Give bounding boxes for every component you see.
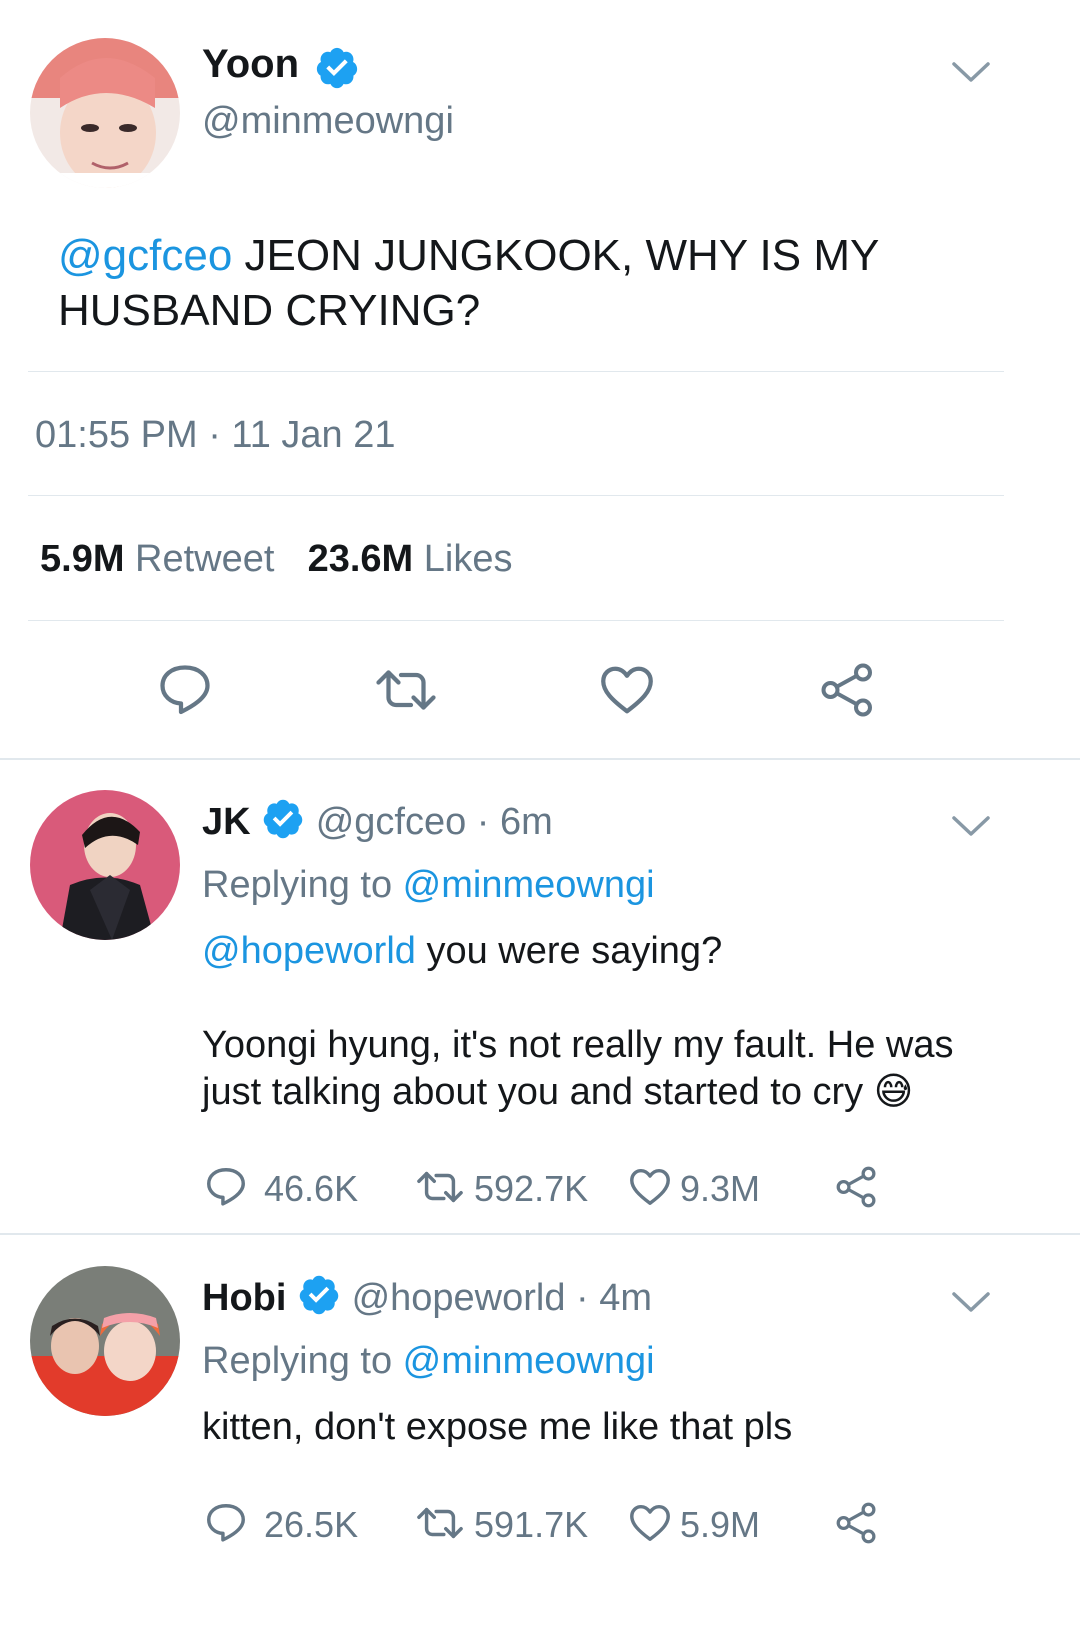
reply-text: @hopeworld you were saying?: [202, 928, 722, 975]
chevron-down-icon[interactable]: [950, 812, 992, 845]
emoji-sweat-smile: 😅: [873, 1071, 914, 1113]
divider: [28, 371, 1004, 372]
reply-text-line1: you were saying?: [415, 930, 723, 972]
reply-header: JK @gcfceo · 6m: [202, 797, 553, 851]
mention-link[interactable]: @gcfceo: [58, 231, 232, 280]
avatar-jk[interactable]: [30, 790, 180, 940]
chevron-down-icon[interactable]: [950, 58, 992, 91]
reply-count: 46.6K: [264, 1168, 359, 1209]
mention-link[interactable]: @hopeworld: [202, 930, 416, 972]
reply-handle-time[interactable]: @hopeworld · 4m: [352, 1277, 652, 1319]
replying-prefix: Replying to: [202, 864, 403, 906]
reply-header: Hobi @hopeworld · 4m: [202, 1273, 652, 1327]
main-tweet-stats: 5.9M Retweet 23.6M Likes: [40, 538, 512, 581]
like-icon[interactable]: [596, 660, 658, 725]
reply-text-body: Yoongi hyung, it's not really my fault. …: [202, 1022, 953, 1116]
reply-text-line2: Yoongi hyung, it's not really my fault. …: [202, 1024, 954, 1066]
like-count: 5.9M: [680, 1504, 761, 1545]
replying-to: Replying to @minmeowngi: [202, 1340, 655, 1383]
retweet-icon[interactable]: [370, 660, 442, 725]
main-tweet-display-name[interactable]: Yoon: [202, 42, 299, 87]
replying-prefix: Replying to: [202, 1340, 403, 1382]
replying-to: Replying to @minmeowngi: [202, 864, 655, 907]
reply-text-line3: just talking about you and started to cr…: [202, 1071, 864, 1113]
main-tweet-handle[interactable]: @minmeowngi: [202, 100, 454, 143]
avatar-yoon[interactable]: [30, 38, 180, 188]
retweet-label[interactable]: Retweet: [135, 538, 274, 580]
main-tweet-text-line1: JEON JUNGKOOK, WHY IS MY: [232, 231, 880, 280]
likes-count[interactable]: 23.6M: [308, 538, 414, 580]
retweet-count: 592.7K: [474, 1168, 589, 1209]
reply-icon[interactable]: [155, 660, 215, 725]
section-divider: [0, 1233, 1080, 1235]
section-divider: [0, 758, 1080, 760]
reply-count: 26.5K: [264, 1504, 359, 1545]
reply-display-name[interactable]: JK: [202, 801, 251, 843]
divider: [28, 495, 1004, 496]
like-icon[interactable]: [626, 1164, 674, 1215]
likes-label[interactable]: Likes: [424, 538, 513, 580]
like-count: 9.3M: [680, 1168, 761, 1209]
main-tweet-text-line2: HUSBAND CRYING?: [58, 286, 481, 335]
share-icon[interactable]: [834, 1164, 880, 1215]
main-tweet-text: @gcfceo JEON JUNGKOOK, WHY IS MY HUSBAND…: [58, 228, 879, 338]
reply-icon[interactable]: [203, 1164, 249, 1215]
reply-handle-time[interactable]: @gcfceo · 6m: [316, 801, 553, 843]
retweet-count: 591.7K: [474, 1504, 589, 1545]
replying-handle-link[interactable]: @minmeowngi: [403, 1340, 655, 1382]
divider: [28, 620, 1004, 621]
like-icon[interactable]: [626, 1500, 674, 1551]
reply-icon[interactable]: [203, 1500, 249, 1551]
replying-handle-link[interactable]: @minmeowngi: [403, 864, 655, 906]
retweet-count[interactable]: 5.9M: [40, 538, 124, 580]
main-tweet-timestamp: 01:55 PM · 11 Jan 21: [35, 414, 396, 456]
reply-display-name[interactable]: Hobi: [202, 1277, 286, 1319]
verified-badge-icon: [261, 797, 305, 851]
share-icon[interactable]: [818, 660, 878, 725]
avatar-hobi[interactable]: [30, 1266, 180, 1416]
retweet-icon[interactable]: [412, 1500, 468, 1551]
reply-text: kitten, don't expose me like that pls: [202, 1406, 793, 1448]
verified-badge-icon: [314, 45, 360, 96]
retweet-icon[interactable]: [412, 1164, 468, 1215]
share-icon[interactable]: [834, 1500, 880, 1551]
verified-badge-icon: [297, 1273, 341, 1327]
chevron-down-icon[interactable]: [950, 1288, 992, 1321]
